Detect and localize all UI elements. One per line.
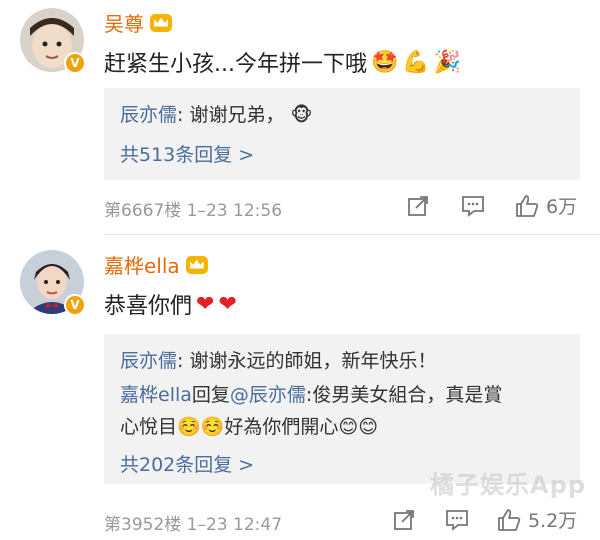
username-text[interactable]: 嘉桦ella (104, 250, 180, 279)
reply-mention[interactable]: @辰亦儒 (230, 384, 306, 406)
reply-text: 谢谢兄弟， (183, 104, 285, 126)
star-struck-emoji-icon: 🤩 (370, 49, 399, 75)
share-button[interactable] (406, 194, 430, 218)
comment-1: V 吴尊 赶紧生小孩...今年拼一下哦 🤩 💪 🎉 辰亦儒: 谢谢兄弟， 🐵 共… (0, 0, 600, 235)
see-no-evil-monkey-emoji-icon: 🐵 (290, 104, 313, 126)
red-heart-emoji-icon: ❤ (196, 291, 215, 317)
reply-text: 心悅目 (120, 416, 178, 438)
red-heart-emoji-icon: ❤ (218, 291, 237, 317)
verified-badge-icon: V (64, 52, 86, 74)
reply-text: 俊男美女組合，真是賞 (312, 384, 503, 406)
thumbs-up-icon (516, 194, 539, 217)
smiling-eyes-emoji-icon: 😊 (338, 416, 359, 438)
avatar[interactable]: V (20, 8, 86, 74)
comment-text: 恭喜你們 ❤ ❤ (104, 288, 237, 320)
comment-text: 赶紧生小孩...今年拼一下哦 🤩 💪 🎉 (104, 46, 461, 78)
crown-icon (185, 255, 208, 274)
like-button[interactable]: 5.2万 (496, 506, 577, 533)
party-popper-emoji-icon: 🎉 (433, 49, 462, 75)
reply-text: 好為你們開心 (224, 416, 339, 438)
verified-badge-icon: V (64, 294, 86, 316)
share-button[interactable] (392, 508, 416, 532)
floor-number: 第3952楼 (104, 515, 182, 535)
reply-text: 谢谢永远的師姐，新年快乐！ (183, 350, 437, 372)
reply-line: 嘉桦ella回复@辰亦儒:俊男美女組合，真是賞 (120, 380, 502, 407)
comment-meta: 第6667楼 1–23 12:56 (104, 196, 282, 221)
more-replies-link[interactable]: 共202条回复 > (120, 450, 254, 477)
comment-text-content: 赶紧生小孩...今年拼一下哦 (104, 52, 367, 77)
share-icon (394, 510, 414, 530)
timestamp: 1–23 12:47 (186, 515, 283, 535)
like-count: 6万 (546, 196, 578, 218)
comment-button[interactable] (460, 194, 486, 218)
comment-meta: 第3952楼 1–23 12:47 (104, 510, 282, 535)
reply-line-continued: 心悅目☺️☺️好為你們開心😊😊 (120, 412, 378, 439)
reply-author[interactable]: 嘉桦ella (120, 384, 192, 406)
reply-author[interactable]: 辰亦儒 (120, 104, 177, 126)
comment-icon (462, 196, 484, 217)
reply-box: 辰亦儒: 谢谢兄弟， 🐵 共513条回复 > (104, 88, 580, 180)
more-replies-link[interactable]: 共513条回复 > (120, 140, 254, 167)
crown-icon (150, 13, 172, 32)
share-icon (408, 196, 428, 216)
username[interactable]: 嘉桦ella (104, 250, 208, 279)
smiling-face-emoji-icon: ☺️ (200, 416, 225, 438)
reply-line: 辰亦儒: 谢谢兄弟， 🐵 (120, 100, 312, 127)
floor-number: 第6667楼 (104, 201, 182, 221)
comment-text-content: 恭喜你們 (104, 294, 193, 319)
reply-keyword: 回复 (191, 384, 230, 406)
timestamp: 1–23 12:56 (186, 201, 283, 221)
smiling-eyes-emoji-icon: 😊 (358, 416, 378, 438)
username-text[interactable]: 吴尊 (104, 8, 144, 37)
watermark: 橘子娱乐App (430, 471, 586, 499)
avatar[interactable]: V (20, 250, 86, 316)
reply-box: 辰亦儒: 谢谢永远的師姐，新年快乐！ 嘉桦ella回复@辰亦儒:俊男美女組合，真… (104, 334, 580, 484)
like-count: 5.2万 (528, 510, 578, 532)
reply-line: 辰亦儒: 谢谢永远的師姐，新年快乐！ (120, 346, 436, 373)
reply-author[interactable]: 辰亦儒 (120, 350, 177, 372)
like-button[interactable]: 6万 (514, 192, 577, 219)
thumbs-up-icon (498, 508, 521, 531)
comment-icon (446, 510, 468, 531)
divider (104, 234, 600, 235)
flexed-biceps-emoji-icon: 💪 (402, 49, 430, 75)
comment-button[interactable] (444, 508, 470, 532)
smiling-face-emoji-icon: ☺️ (177, 416, 201, 438)
username[interactable]: 吴尊 (104, 8, 172, 37)
